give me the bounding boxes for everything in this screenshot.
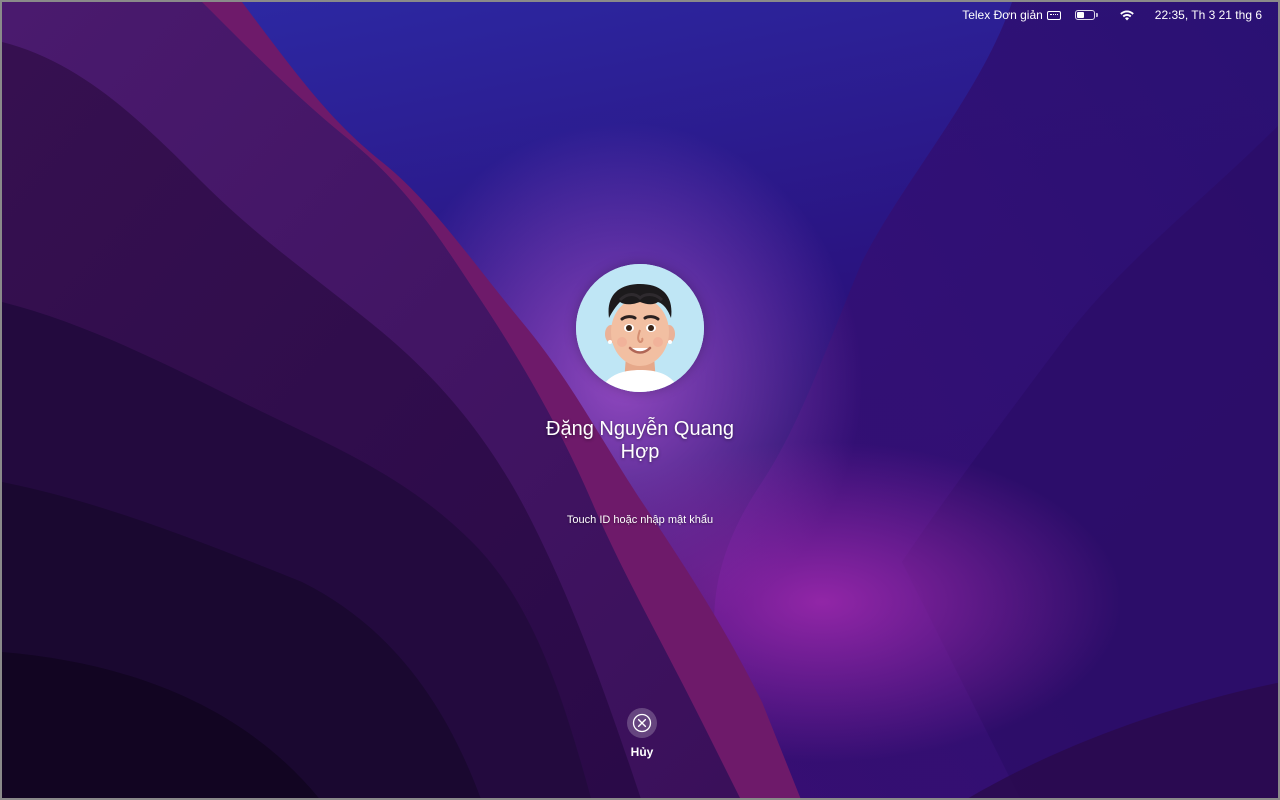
- cancel-label: Hủy: [630, 745, 654, 759]
- wifi-status[interactable]: [1113, 9, 1141, 21]
- user-avatar: [576, 264, 704, 392]
- input-source-label: Telex Đơn giản: [962, 8, 1043, 22]
- input-source-menu[interactable]: Telex Đơn giản: [962, 8, 1061, 22]
- lock-screen: Telex Đơn giản 22:35, Th 3 21 thg 6 Đặng…: [0, 0, 1280, 800]
- memoji-avatar-icon: [576, 264, 704, 392]
- battery-level: [1076, 12, 1084, 18]
- menu-bar: Telex Đơn giản 22:35, Th 3 21 thg 6: [962, 2, 1278, 28]
- keyboard-icon: [1046, 10, 1061, 20]
- clock[interactable]: 22:35, Th 3 21 thg 6: [1155, 8, 1262, 22]
- datetime-label: 22:35, Th 3 21 thg 6: [1154, 8, 1262, 22]
- battery-icon: [1074, 10, 1098, 20]
- close-circle-icon[interactable]: [627, 708, 657, 738]
- login-panel: Đặng Nguyễn Quang Hợp Touch ID hoặc nhập…: [2, 264, 1278, 526]
- battery-status[interactable]: [1074, 10, 1099, 20]
- password-hint: Touch ID hoặc nhập mật khẩu: [566, 514, 714, 526]
- wifi-icon: [1119, 10, 1134, 21]
- cancel-button[interactable]: Hủy: [612, 708, 672, 759]
- user-name: Đặng Nguyễn Quang Hợp: [546, 418, 734, 463]
